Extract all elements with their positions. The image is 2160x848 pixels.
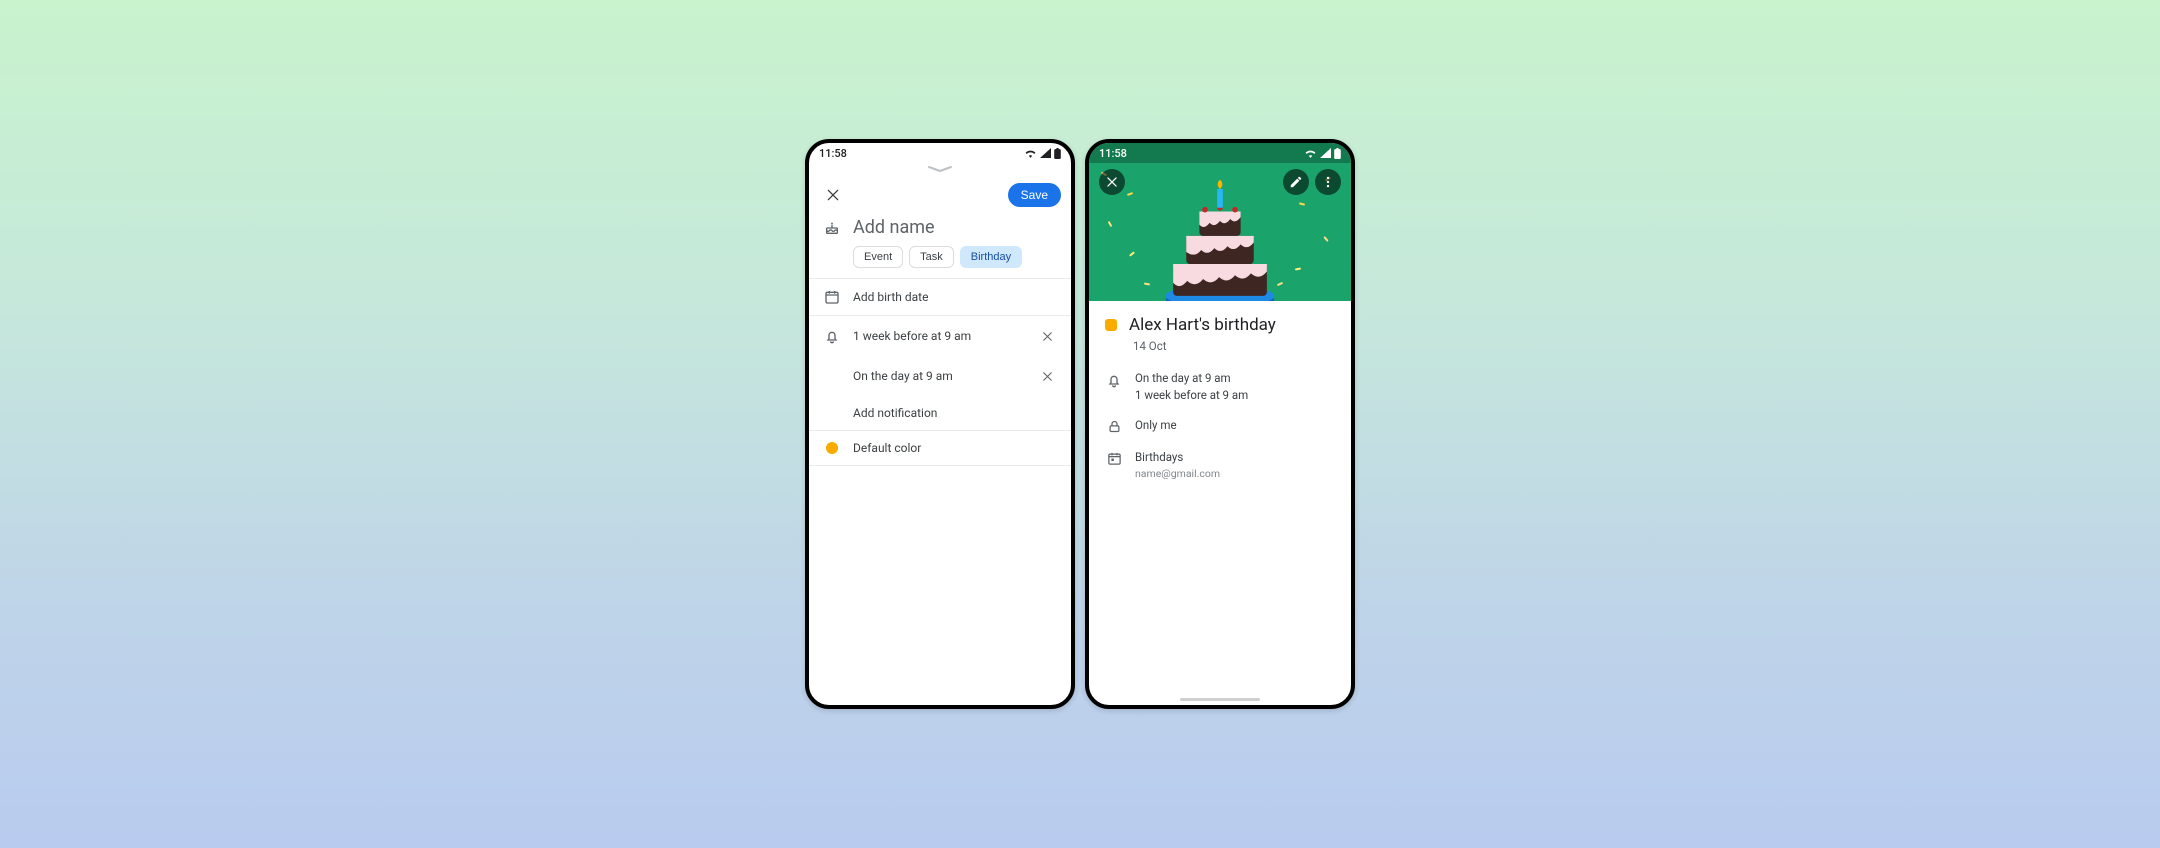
- calendar-icon: [1105, 451, 1123, 466]
- wifi-icon: [1024, 148, 1037, 158]
- status-icons: [1024, 148, 1061, 159]
- close-icon: [1041, 330, 1054, 343]
- visibility-row: Only me: [1089, 410, 1351, 442]
- edit-button[interactable]: [1283, 169, 1309, 195]
- phone-edit-screen: 11:58 Save Add name Event Task B: [805, 139, 1075, 709]
- visibility-label: Only me: [1135, 418, 1177, 432]
- color-label: Default color: [853, 441, 1057, 455]
- divider: [809, 465, 1071, 466]
- notification-row-1: 1 week before at 9 am: [809, 316, 1071, 356]
- reminder-line-1: On the day at 9 am: [1135, 371, 1248, 385]
- calendar-email: name@gmail.com: [1135, 467, 1220, 480]
- event-name-input[interactable]: Add name: [853, 217, 935, 238]
- close-icon: [1041, 370, 1054, 383]
- bell-icon: [1105, 372, 1123, 388]
- calendar-name: Birthdays: [1135, 450, 1220, 464]
- reminders-row: On the day at 9 am 1 week before at 9 am: [1089, 363, 1351, 410]
- chip-event[interactable]: Event: [853, 246, 903, 268]
- color-row[interactable]: Default color: [809, 431, 1071, 465]
- status-time: 11:58: [819, 147, 847, 160]
- close-icon: [1105, 175, 1119, 189]
- pencil-icon: [1289, 175, 1303, 189]
- notification-2-label[interactable]: On the day at 9 am: [853, 369, 1025, 383]
- lock-icon: [1105, 419, 1123, 434]
- notification-1-label[interactable]: 1 week before at 9 am: [853, 329, 1025, 343]
- remove-notification-2-button[interactable]: [1037, 366, 1057, 386]
- calendar-icon: [823, 289, 841, 305]
- status-bar: 11:58: [809, 143, 1071, 163]
- close-icon: [825, 187, 841, 203]
- remove-notification-1-button[interactable]: [1037, 326, 1057, 346]
- phone-view-screen: 11:58: [1085, 139, 1355, 709]
- close-button[interactable]: [1099, 169, 1125, 195]
- add-notification-label: Add notification: [853, 406, 1057, 420]
- close-button[interactable]: [819, 181, 847, 209]
- chip-task[interactable]: Task: [909, 246, 954, 268]
- birthday-type-icon: [823, 220, 841, 236]
- event-title: Alex Hart's birthday: [1129, 315, 1276, 335]
- add-notification-row[interactable]: Add notification: [809, 396, 1071, 430]
- save-button[interactable]: Save: [1008, 183, 1061, 207]
- chip-birthday[interactable]: Birthday: [960, 246, 1022, 268]
- add-birth-date-row[interactable]: Add birth date: [809, 279, 1071, 315]
- event-header-illustration: 11:58: [1089, 143, 1351, 301]
- sheet-grabber[interactable]: [809, 163, 1071, 173]
- event-color-swatch: [1105, 319, 1117, 331]
- reminder-line-2: 1 week before at 9 am: [1135, 388, 1248, 402]
- calendar-row: Birthdays name@gmail.com: [1089, 442, 1351, 488]
- add-birth-date-label: Add birth date: [853, 290, 1057, 304]
- bell-icon: [823, 328, 841, 344]
- more-vert-icon: [1321, 175, 1335, 189]
- battery-icon: [1054, 148, 1061, 159]
- notification-row-2: On the day at 9 am: [809, 356, 1071, 396]
- home-indicator: [1180, 698, 1260, 701]
- more-options-button[interactable]: [1315, 169, 1341, 195]
- color-dot-icon: [823, 442, 841, 454]
- event-date: 14 Oct: [1089, 337, 1351, 363]
- signal-icon: [1040, 148, 1051, 158]
